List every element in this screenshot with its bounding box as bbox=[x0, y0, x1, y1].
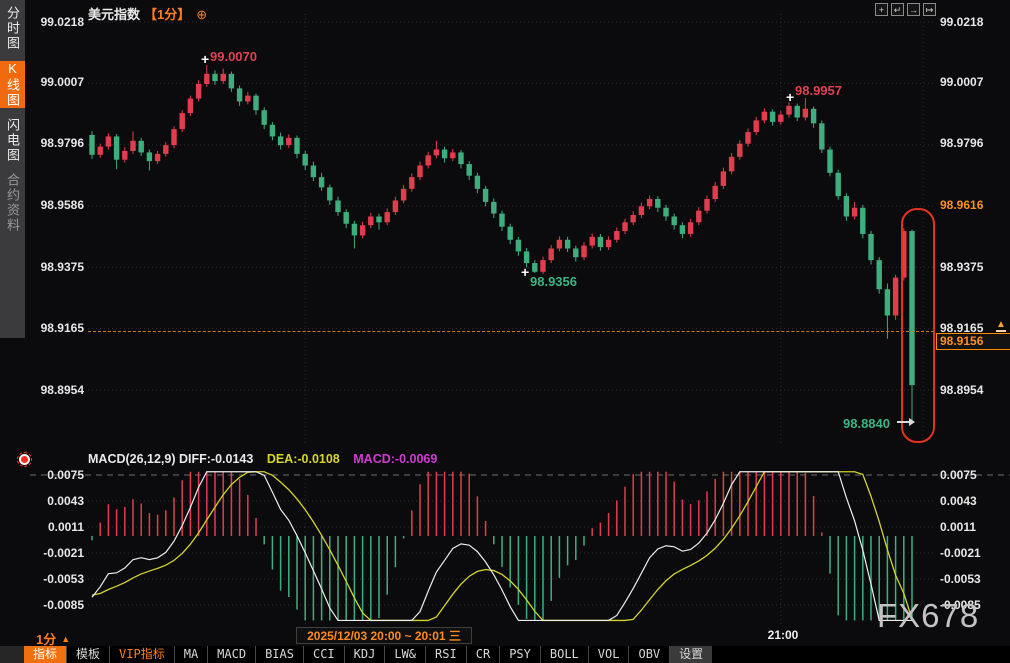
tab-vol[interactable]: VOL bbox=[588, 646, 629, 663]
expand-icon[interactable]: ⊕ bbox=[196, 7, 207, 22]
sidebar-item-kline-chart[interactable]: K线图 bbox=[0, 61, 25, 108]
price-tick-right: 98.8954 bbox=[940, 382, 983, 398]
trading-app-window: 分时图 K线图 闪电图 合约资料 美元指数【1分】 ⊕ + ↵ → ↦ 99.02… bbox=[0, 0, 1010, 663]
candle-info-box: 2025/12/03 20:00 ~ 20:01 三 bbox=[296, 627, 472, 644]
chart-mode-sidebar: 分时图 K线图 闪电图 合约资料 bbox=[0, 0, 25, 338]
swing-high-label: 98.9957 bbox=[795, 83, 842, 98]
time-axis-label: 21:00 bbox=[760, 628, 806, 642]
macd-dea-value: DEA:-0.0108 bbox=[267, 452, 340, 466]
interval-label: 【1分】 bbox=[144, 7, 190, 22]
tab-indicators[interactable]: 指标 bbox=[24, 646, 66, 663]
low-pointer-arrow-icon bbox=[909, 418, 915, 426]
macd-tick-left: 0.0043 bbox=[30, 493, 84, 509]
crosshair-icon[interactable]: + bbox=[875, 3, 888, 16]
shift-right-icon[interactable]: ↦ bbox=[923, 3, 936, 16]
tab-rsi[interactable]: RSI bbox=[425, 646, 466, 663]
tab-ma[interactable]: MA bbox=[174, 646, 207, 663]
macd-tick-left: -0.0021 bbox=[30, 545, 84, 561]
price-tick-left: 98.9796 bbox=[30, 135, 84, 151]
price-tick-left: 98.8954 bbox=[30, 382, 84, 398]
tab-kdj[interactable]: KDJ bbox=[344, 646, 385, 663]
sidebar-item-contract-info[interactable]: 合约资料 bbox=[0, 173, 25, 233]
tab-macd[interactable]: MACD bbox=[207, 646, 255, 663]
macd-tick-right: -0.0053 bbox=[940, 571, 981, 587]
zoom-run-icon[interactable]: → bbox=[907, 3, 920, 16]
price-tick-right: 98.9375 bbox=[940, 259, 983, 275]
tab-templates[interactable]: 模板 bbox=[66, 646, 109, 663]
swing-high-cross-marker: + bbox=[786, 90, 794, 104]
session-low-label: 98.8840 bbox=[843, 416, 890, 431]
tab-lw[interactable]: LW& bbox=[384, 646, 425, 663]
candles-layer bbox=[89, 65, 914, 423]
tab-cr[interactable]: CR bbox=[466, 646, 499, 663]
macd-tick-left: -0.0085 bbox=[30, 597, 84, 613]
macd-tick-left: 0.0075 bbox=[30, 467, 84, 483]
price-tick-left: 99.0007 bbox=[30, 74, 84, 90]
price-tick-right-highlight: 98.9616 bbox=[940, 197, 983, 213]
macd-tick-right: 0.0043 bbox=[940, 493, 977, 509]
price-tick-left: 98.9586 bbox=[30, 197, 84, 213]
macd-layer bbox=[92, 472, 912, 621]
period-dropdown-icon: ▲ bbox=[61, 634, 70, 644]
tab-bar-spacer bbox=[0, 646, 24, 663]
tab-settings[interactable]: 设置 bbox=[669, 646, 712, 663]
low-pointer-line bbox=[897, 421, 909, 423]
price-up-arrow-icon: ▲ bbox=[996, 320, 1006, 332]
swing-high-label: 99.0070 bbox=[210, 49, 257, 64]
macd-params-diff: MACD(26,12,9) DIFF:-0.0143 bbox=[88, 452, 253, 466]
sidebar-item-time-chart[interactable]: 分时图 bbox=[0, 6, 25, 51]
macd-tick-right: -0.0021 bbox=[940, 545, 981, 561]
highlight-ellipse bbox=[901, 208, 935, 443]
macd-tick-left: 0.0011 bbox=[30, 519, 84, 535]
swing-low-label: 98.9356 bbox=[530, 274, 577, 289]
price-tick-right: 98.9796 bbox=[940, 135, 983, 151]
price-tick-right: 99.0218 bbox=[940, 14, 983, 30]
tab-bias[interactable]: BIAS bbox=[255, 646, 303, 663]
tab-vip-indicators[interactable]: VIP指标 bbox=[109, 646, 174, 663]
price-tick-left: 98.9165 bbox=[30, 320, 84, 336]
chart-toolbar: + ↵ → ↦ bbox=[875, 3, 936, 16]
chart-title: 美元指数【1分】 ⊕ bbox=[88, 4, 207, 23]
current-price-dashed-line bbox=[88, 331, 934, 332]
sidebar-item-flash-chart[interactable]: 闪电图 bbox=[0, 118, 25, 163]
macd-bar-value: MACD:-0.0069 bbox=[353, 452, 437, 466]
swing-high-cross-marker: + bbox=[201, 52, 209, 66]
macd-indicator-header: MACD(26,12,9) DIFF:-0.0143 DEA:-0.0108 M… bbox=[88, 452, 437, 466]
price-tick-left: 98.9375 bbox=[30, 259, 84, 275]
price-tick-right: 99.0007 bbox=[940, 74, 983, 90]
alert-dot-icon bbox=[19, 454, 30, 465]
macd-tick-right: 0.0011 bbox=[940, 519, 976, 535]
macd-tick-right: 0.0075 bbox=[940, 467, 977, 483]
zoom-select-icon[interactable]: ↵ bbox=[891, 3, 904, 16]
macd-tick-left: -0.0053 bbox=[30, 571, 84, 587]
tab-psy[interactable]: PSY bbox=[499, 646, 540, 663]
swing-low-cross-marker: + bbox=[521, 265, 529, 279]
indicator-tab-bar: 指标 模板 VIP指标 MA MACD BIAS CCI KDJ LW& RSI… bbox=[0, 646, 1010, 663]
watermark: FX678 bbox=[877, 597, 979, 635]
tab-boll[interactable]: BOLL bbox=[540, 646, 588, 663]
tab-obv[interactable]: OBV bbox=[628, 646, 669, 663]
current-price-box: 98.9156 bbox=[936, 333, 1010, 350]
price-tick-left: 99.0218 bbox=[30, 14, 84, 30]
symbol-name: 美元指数 bbox=[88, 7, 140, 22]
tab-cci[interactable]: CCI bbox=[303, 646, 344, 663]
